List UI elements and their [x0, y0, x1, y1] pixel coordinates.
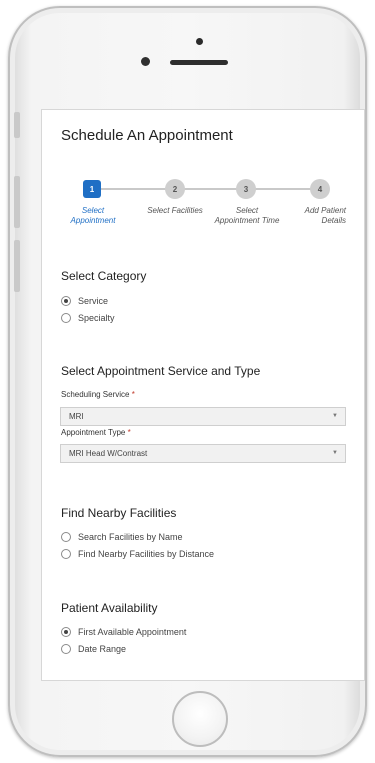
step-2-label[interactable]: Select Facilities [140, 206, 210, 216]
volume-up-button [14, 176, 20, 228]
radio-service-button[interactable] [61, 296, 71, 306]
page-title: Schedule An Appointment [61, 127, 233, 144]
phone-frame: Schedule An Appointment 1 2 3 4 Select A… [8, 6, 367, 757]
radio-search-by-name[interactable]: Search Facilities by Name [61, 530, 183, 544]
volume-down-button [14, 240, 20, 292]
radio-date-range-label: Date Range [78, 644, 127, 654]
radio-first-available-button[interactable] [61, 627, 71, 637]
step-2-indicator[interactable]: 2 [165, 179, 185, 199]
appointment-type-select[interactable]: MRI Head W/Contrast ▼ [60, 444, 346, 463]
availability-heading: Patient Availability [61, 601, 158, 615]
step-3-label[interactable]: Select Appointment Time [210, 206, 284, 226]
camera-dot [196, 38, 203, 45]
radio-service[interactable]: Service [61, 294, 108, 308]
radio-date-range[interactable]: Date Range [61, 642, 126, 656]
radio-date-range-button[interactable] [61, 644, 71, 654]
scheduling-service-select[interactable]: MRI ▼ [60, 407, 346, 426]
radio-first-available[interactable]: First Available Appointment [61, 625, 186, 639]
chevron-down-icon: ▼ [332, 413, 338, 419]
step-3-indicator[interactable]: 3 [236, 179, 256, 199]
service-type-heading: Select Appointment Service and Type [61, 364, 261, 378]
radio-by-distance[interactable]: Find Nearby Facilities by Distance [61, 547, 214, 561]
earpiece-speaker [170, 60, 228, 65]
step-4-indicator[interactable]: 4 [310, 179, 330, 199]
category-heading: Select Category [61, 269, 147, 283]
radio-search-by-name-label: Search Facilities by Name [78, 532, 183, 542]
step-4-label[interactable]: Add Patient Details [290, 206, 346, 226]
radio-first-available-label: First Available Appointment [78, 627, 187, 637]
front-camera [141, 57, 150, 66]
stepper-track [94, 188, 320, 190]
chevron-down-icon: ▼ [332, 450, 338, 456]
radio-by-distance-label: Find Nearby Facilities by Distance [78, 549, 215, 559]
scheduling-service-label: Scheduling Service * [61, 390, 135, 399]
radio-specialty[interactable]: Specialty [61, 311, 115, 325]
radio-specialty-label: Specialty [78, 313, 115, 323]
home-button[interactable] [172, 691, 228, 747]
radio-by-distance-button[interactable] [61, 549, 71, 559]
step-1-indicator[interactable]: 1 [83, 180, 101, 198]
facilities-heading: Find Nearby Facilities [61, 506, 177, 520]
radio-service-label: Service [78, 296, 109, 306]
mute-switch [14, 112, 20, 138]
radio-specialty-button[interactable] [61, 313, 71, 323]
step-1-label[interactable]: Select Appointment [62, 206, 124, 226]
appointment-type-label: Appointment Type * [61, 428, 131, 437]
app-screen: Schedule An Appointment 1 2 3 4 Select A… [41, 109, 365, 681]
radio-search-by-name-button[interactable] [61, 532, 71, 542]
